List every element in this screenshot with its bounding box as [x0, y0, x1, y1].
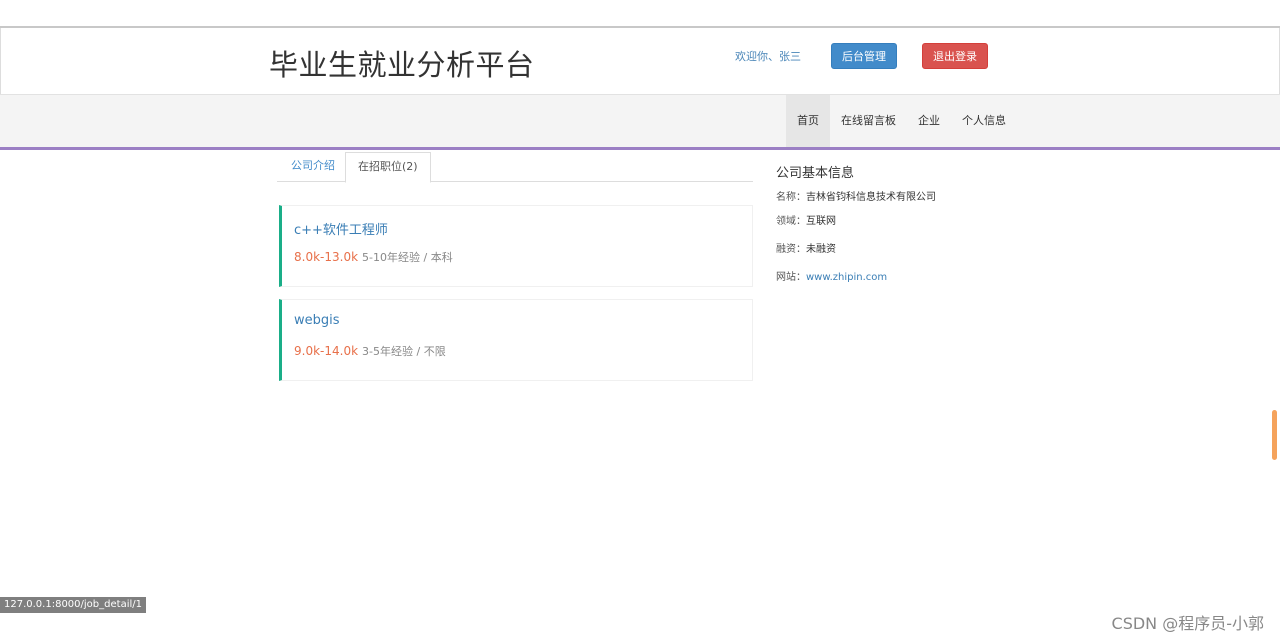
nav-accent-bar	[0, 147, 1280, 150]
job-title[interactable]: c++软件工程师	[294, 219, 388, 238]
tab-company-intro[interactable]: 公司介绍	[279, 152, 347, 182]
watermark: CSDN @程序员-小郭	[1111, 614, 1264, 633]
logout-button[interactable]: 退出登录	[922, 43, 988, 69]
job-card[interactable]: c++软件工程师 8.0k-13.0k 5-10年经验 / 本科	[279, 205, 753, 287]
job-title[interactable]: webgis	[294, 313, 340, 328]
company-field-row: 领域：互联网	[776, 212, 836, 227]
company-site-link[interactable]: www.zhipin.com	[806, 272, 887, 283]
job-salary: 8.0k-13.0k	[294, 250, 359, 264]
nav-item-home[interactable]: 首页	[786, 95, 830, 147]
job-salary: 9.0k-14.0k	[294, 344, 359, 358]
site-header: 毕业生就业分析平台 欢迎你、张三 后台管理 退出登录	[0, 28, 1280, 94]
company-name-label: 名称：	[776, 192, 806, 203]
company-name-row: 名称：吉林省钧科信息技术有限公司	[776, 188, 936, 203]
company-site-label: 网站：	[776, 272, 806, 283]
company-funding-row: 融资：未融资	[776, 240, 836, 255]
company-site-row: 网站：www.zhipin.com	[776, 268, 887, 283]
admin-button[interactable]: 后台管理	[831, 43, 897, 69]
job-requirements: 5-10年经验 / 本科	[362, 251, 453, 264]
nav-item-message-board[interactable]: 在线留言板	[830, 95, 907, 147]
company-info-heading: 公司基本信息	[776, 166, 855, 181]
company-tabs: 公司介绍 在招职位(2)	[277, 152, 753, 183]
nav-item-profile[interactable]: 个人信息	[951, 95, 1017, 147]
job-meta: 8.0k-13.0k 5-10年经验 / 本科	[294, 249, 453, 265]
scrollbar-thumb[interactable]	[1272, 410, 1277, 460]
company-field: 互联网	[806, 216, 836, 227]
welcome-text: 欢迎你、张三	[735, 50, 801, 63]
tab-open-positions[interactable]: 在招职位(2)	[345, 152, 431, 183]
company-funding: 未融资	[806, 244, 836, 255]
company-name: 吉林省钧科信息技术有限公司	[806, 192, 936, 203]
job-meta: 9.0k-14.0k 3-5年经验 / 不限	[294, 343, 446, 359]
nav-list: 首页 在线留言板 企业 个人信息	[786, 95, 1017, 147]
status-bar-url: 127.0.0.1:8000/job_detail/1	[0, 597, 146, 613]
site-title: 毕业生就业分析平台	[269, 48, 535, 82]
company-field-label: 领域：	[776, 216, 806, 227]
job-requirements: 3-5年经验 / 不限	[362, 345, 446, 358]
nav-item-company[interactable]: 企业	[907, 95, 951, 147]
job-card[interactable]: webgis 9.0k-14.0k 3-5年经验 / 不限	[279, 299, 753, 381]
company-funding-label: 融资：	[776, 244, 806, 255]
main-navbar: 首页 在线留言板 企业 个人信息	[0, 94, 1280, 147]
